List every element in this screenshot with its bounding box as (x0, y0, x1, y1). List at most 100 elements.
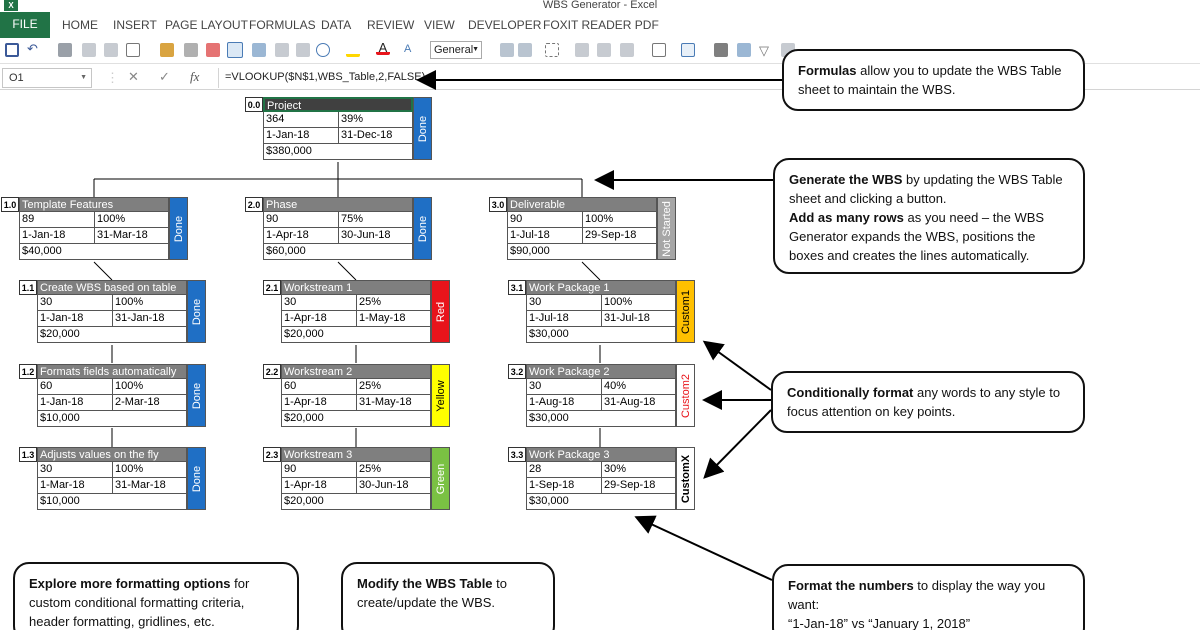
wbs-status-label: CustomX (679, 454, 692, 503)
tab-view[interactable]: VIEW (424, 16, 455, 36)
wbs-days: 28 (527, 462, 602, 477)
wbs-status-cell: Done (413, 97, 432, 160)
wbs-start-date: 1-Apr-18 (264, 228, 339, 243)
font-size-up-icon[interactable]: A (404, 43, 418, 57)
print-icon[interactable] (58, 43, 72, 57)
wbs-percent: 100% (115, 380, 144, 392)
cancel-icon[interactable]: ✕ (128, 69, 139, 85)
table-icon[interactable] (681, 43, 695, 57)
wbs-end-date: 29-Sep-18 (604, 479, 656, 491)
wbs-status-cell: Yellow (431, 364, 450, 427)
fill-color-icon[interactable] (346, 43, 360, 57)
tab-page-layout[interactable]: PAGE LAYOUT (165, 16, 248, 36)
wbs-status-cell: Done (187, 447, 206, 510)
callout-numbers-bold: Format the numbers (788, 578, 914, 593)
undo-icon[interactable]: ↶ (27, 42, 41, 57)
borders-icon[interactable] (545, 43, 559, 57)
grid-select-icon[interactable] (227, 42, 243, 58)
wbs-title: Formats fields automatically (37, 364, 187, 379)
wbs-row-dates: 1-Apr-18 30-Jun-18 (263, 228, 413, 244)
wbs-row-dates: 1-Mar-18 31-Mar-18 (37, 478, 187, 494)
wrap-text-icon[interactable] (275, 43, 289, 57)
tab-formulas[interactable]: FORMULAS (249, 16, 316, 36)
wbs-number: 3.3 (508, 447, 526, 462)
wbs-cost: $60,000 (266, 245, 306, 257)
insert-rows-icon[interactable] (575, 43, 589, 57)
number-format-select[interactable]: General ▼ (430, 41, 482, 59)
eraser-icon[interactable] (206, 43, 220, 57)
freeze-panes-icon[interactable] (652, 43, 666, 57)
print-preview-icon[interactable] (82, 43, 96, 57)
font-color-icon[interactable]: A (376, 41, 390, 55)
cell-reference: O1 (9, 72, 24, 84)
tab-data[interactable]: DATA (321, 16, 351, 36)
wbs-end-date: 31-May-18 (359, 396, 412, 408)
wbs-cost: $90,000 (510, 245, 550, 257)
wbs-end-date: 31-Jan-18 (115, 312, 165, 324)
align-icon[interactable] (252, 43, 266, 57)
save-icon[interactable] (5, 43, 19, 57)
wbs-start-date: 1-Apr-18 (282, 395, 357, 410)
wbs-percent: 100% (97, 213, 126, 225)
wbs-start-date: 1-Jan-18 (38, 395, 113, 410)
tab-insert[interactable]: INSERT (113, 16, 157, 36)
copy-icon[interactable] (104, 43, 118, 57)
wbs-end-date: 31-Dec-18 (341, 129, 393, 141)
tab-foxit-reader-pdf[interactable]: FOXIT READER PDF (543, 16, 659, 36)
filter-apply-icon[interactable] (737, 43, 751, 57)
wbs-status-cell: Red (431, 280, 450, 343)
wbs-cost: $30,000 (529, 328, 569, 340)
wbs-number: 3.0 (489, 197, 507, 212)
format-painter-icon[interactable] (160, 43, 174, 57)
sort-icon[interactable] (714, 43, 728, 57)
wbs-row-dates: 1-Apr-18 1-May-18 (281, 311, 431, 327)
wbs-start-date: 1-Jan-18 (264, 128, 339, 143)
wbs-days: 30 (38, 462, 113, 477)
wbs-end-date: 31-Jul-18 (604, 312, 650, 324)
name-box[interactable]: O1 ▼ (2, 68, 92, 88)
wbs-title: Workstream 2 (281, 364, 431, 379)
tab-developer[interactable]: DEVELOPER (468, 16, 541, 36)
wbs-days: 89 (20, 212, 95, 227)
wbs-title: Workstream 3 (281, 447, 431, 462)
delete-rows-icon[interactable] (597, 43, 611, 57)
wbs-title: Create WBS based on table (37, 280, 187, 295)
wbs-title: Work Package 1 (526, 280, 676, 295)
wbs-row-dates: 1-Apr-18 31-May-18 (281, 395, 431, 411)
tab-home[interactable]: HOME (62, 16, 98, 36)
merge-icon[interactable] (296, 43, 310, 57)
insert-function-icon[interactable]: fx (190, 69, 199, 85)
wbs-row-cost: $20,000 (281, 411, 431, 427)
wbs-end-date: 29-Sep-18 (585, 229, 637, 241)
wbs-end-date: 30-Jun-18 (341, 229, 391, 241)
tab-file[interactable]: FILE (0, 12, 50, 38)
wbs-end-date: 30-Jun-18 (359, 479, 409, 491)
wbs-days: 30 (527, 295, 602, 310)
find-icon[interactable] (126, 43, 140, 57)
wbs-cost: $10,000 (40, 412, 80, 424)
clear-icon[interactable] (184, 43, 198, 57)
filter-icon[interactable]: ▽ (759, 43, 773, 58)
center-icon[interactable] (518, 43, 532, 57)
shapes-icon[interactable] (316, 43, 330, 57)
callout-generate: Generate the WBS by updating the WBS Tab… (773, 158, 1085, 274)
wbs-start-date: 1-Apr-18 (282, 478, 357, 493)
callout-generate-bold-1: Generate the WBS (789, 172, 903, 187)
wbs-percent: 100% (585, 213, 614, 225)
format-rows-icon[interactable] (620, 43, 634, 57)
wbs-percent: 100% (115, 463, 144, 475)
wbs-row-duration: 30 100% (37, 462, 187, 478)
wbs-row-duration: 60 25% (281, 379, 431, 395)
enter-icon[interactable]: ✓ (159, 69, 170, 85)
wbs-days: 60 (38, 379, 113, 394)
wbs-end-date: 31-Mar-18 (115, 479, 166, 491)
merge-cells-icon[interactable] (500, 43, 514, 57)
wbs-days: 90 (264, 212, 339, 227)
wbs-start-date: 1-Apr-18 (282, 311, 357, 326)
tab-review[interactable]: REVIEW (367, 16, 414, 36)
wbs-title: Workstream 1 (281, 280, 431, 295)
wbs-days: 30 (527, 379, 602, 394)
wbs-end-date: 2-Mar-18 (115, 396, 160, 408)
wbs-number: 2.3 (263, 447, 281, 462)
number-format-value: General (434, 44, 474, 56)
